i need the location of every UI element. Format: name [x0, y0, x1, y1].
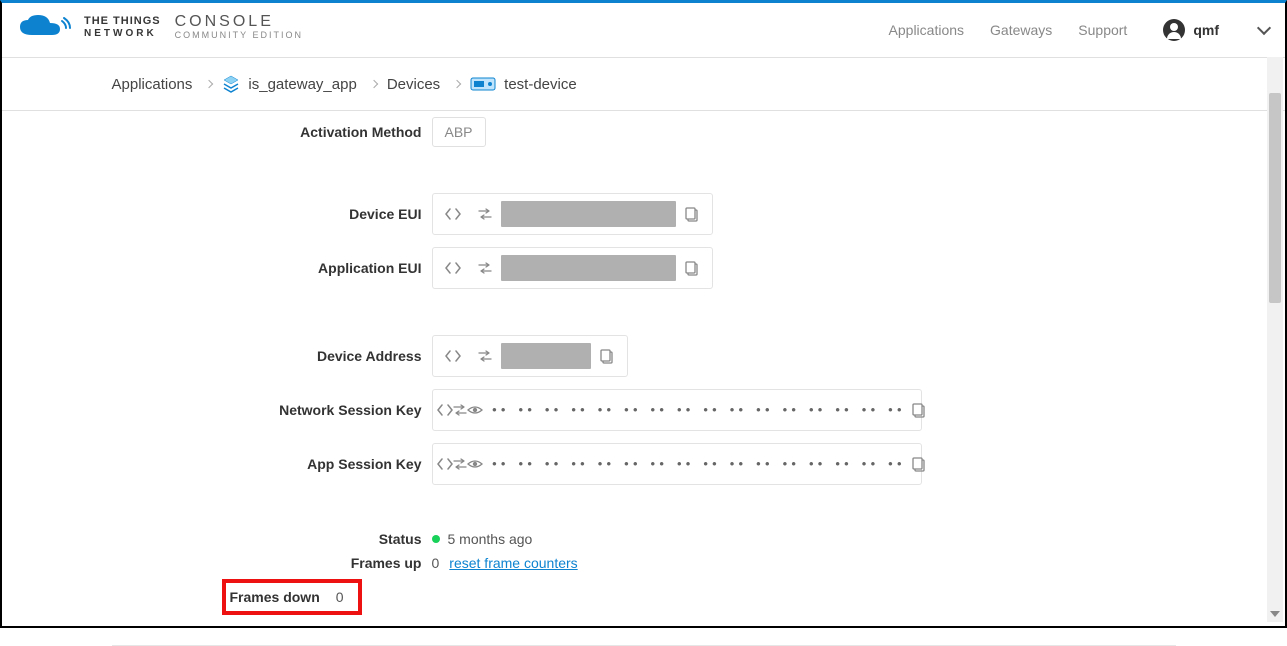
application-eui-label: Application EUI: [112, 260, 432, 276]
activation-method-value: ABP: [432, 117, 486, 147]
swap-icon[interactable]: [469, 198, 501, 230]
copy-icon[interactable]: [591, 340, 623, 372]
copy-icon[interactable]: [912, 448, 925, 480]
vertical-scrollbar[interactable]: [1267, 3, 1283, 622]
frames-up-value: 0: [432, 555, 440, 571]
nav-support[interactable]: Support: [1078, 22, 1127, 38]
breadcrumb-applications[interactable]: Applications: [112, 76, 193, 93]
toggle-hex-icon[interactable]: [437, 448, 453, 480]
brand-name: THE THINGS NETWORK: [84, 15, 161, 38]
breadcrumb-app[interactable]: is_gateway_app: [248, 76, 356, 93]
swap-icon[interactable]: [453, 448, 467, 480]
swap-icon[interactable]: [469, 340, 501, 372]
network-session-key-label: Network Session Key: [112, 402, 432, 418]
status-value: 5 months ago: [448, 531, 533, 547]
swap-icon[interactable]: [453, 394, 467, 426]
device-address-value: [501, 343, 591, 369]
app-session-key-value: •• •• •• •• •• •• •• •• •• •• •• •• •• •…: [483, 457, 913, 472]
chevron-down-icon: [1257, 21, 1271, 35]
breadcrumb-device[interactable]: test-device: [504, 76, 577, 93]
brand[interactable]: THE THINGS NETWORK CONSOLE COMMUNITY EDI…: [18, 13, 303, 41]
app-session-key-label: App Session Key: [112, 456, 432, 472]
console-title: CONSOLE: [175, 13, 303, 31]
application-eui-value: [501, 255, 676, 281]
scroll-thumb[interactable]: [1269, 93, 1281, 303]
chevron-right-icon: [453, 80, 461, 88]
toggle-hex-icon[interactable]: [437, 340, 469, 372]
username: qmf: [1193, 22, 1219, 38]
brand-console: CONSOLE COMMUNITY EDITION: [175, 13, 303, 40]
network-session-key-value: •• •• •• •• •• •• •• •• •• •• •• •• •• •…: [483, 403, 913, 418]
status-label: Status: [112, 531, 432, 547]
network-session-key-field: •• •• •• •• •• •• •• •• •• •• •• •• •• •…: [432, 389, 922, 431]
toggle-hex-icon[interactable]: [437, 394, 453, 426]
copy-icon[interactable]: [676, 198, 708, 230]
toggle-hex-icon[interactable]: [437, 252, 469, 284]
chevron-right-icon: [205, 80, 213, 88]
console-subtitle: COMMUNITY EDITION: [175, 31, 303, 41]
frames-down-value: 0: [336, 589, 344, 605]
status-indicator-icon: [432, 535, 440, 543]
top-navbar: THE THINGS NETWORK CONSOLE COMMUNITY EDI…: [2, 3, 1285, 57]
nav-links: Applications Gateways Support qmf: [889, 3, 1269, 57]
device-address-field: [432, 335, 628, 377]
application-icon: [222, 75, 240, 93]
scroll-down-arrow[interactable]: [1267, 606, 1283, 622]
nav-gateways[interactable]: Gateways: [990, 22, 1052, 38]
toggle-hex-icon[interactable]: [437, 198, 469, 230]
device-address-label: Device Address: [112, 348, 432, 364]
brand-line2: NETWORK: [84, 28, 161, 39]
reset-frame-counters-link[interactable]: reset frame counters: [449, 555, 577, 571]
swap-icon[interactable]: [469, 252, 501, 284]
breadcrumb-bar: Applications is_gateway_app Devices test…: [2, 57, 1285, 111]
breadcrumb-devices[interactable]: Devices: [387, 76, 440, 93]
ttn-cloud-icon: [18, 13, 74, 41]
device-overview: Activation Method ABP Device EUI: [112, 111, 1176, 615]
device-eui-value: [501, 201, 676, 227]
copy-icon[interactable]: [912, 394, 925, 426]
app-session-key-field: •• •• •• •• •• •• •• •• •• •• •• •• •• •…: [432, 443, 922, 485]
chevron-right-icon: [370, 80, 378, 88]
user-menu[interactable]: qmf: [1163, 19, 1269, 41]
brand-line1: THE THINGS: [84, 15, 161, 27]
frames-up-label: Frames up: [112, 555, 432, 571]
frames-down-label: Frames down: [230, 589, 320, 605]
frames-down-highlight: Frames down 0: [222, 579, 362, 615]
device-eui-label: Device EUI: [112, 206, 432, 222]
copy-icon[interactable]: [676, 252, 708, 284]
eye-icon[interactable]: [467, 394, 483, 426]
device-eui-field: [432, 193, 713, 235]
device-icon: [470, 75, 496, 93]
application-eui-field: [432, 247, 713, 289]
eye-icon[interactable]: [467, 448, 483, 480]
activation-method-label: Activation Method: [112, 124, 432, 140]
avatar-icon: [1163, 19, 1185, 41]
nav-applications[interactable]: Applications: [889, 22, 965, 38]
